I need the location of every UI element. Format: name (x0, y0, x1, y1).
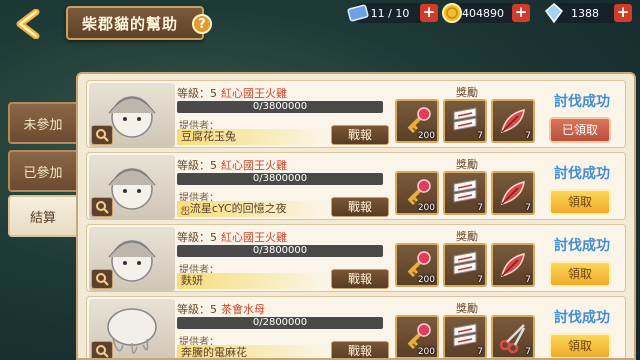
magnifier-icon (96, 273, 109, 286)
reward-count: 7 (525, 203, 531, 213)
reward-count: 200 (417, 203, 435, 213)
battle-report-button[interactable]: 戰報 (331, 197, 389, 217)
reward-label: 獎勵 (456, 158, 478, 171)
claimed-button[interactable]: 已領取 (549, 117, 611, 143)
reward-count: 7 (477, 347, 483, 357)
raid-list-panel: 等級：5 紅心國王火雞 0/3800000 提供者： 豆腐花玉兔 戰報 獎勵 20… (76, 72, 636, 360)
boss-hp-bar: 0/2800000 (177, 317, 383, 329)
magnifier-icon (96, 345, 109, 358)
raid-status: 討伐成功 (554, 310, 610, 326)
boss-portrait (89, 155, 175, 219)
gold-counter: 404890 + (442, 3, 530, 23)
provider-name: ஐ流星cYC的回憶之夜 (177, 201, 327, 217)
claim-button[interactable]: 領取 (549, 333, 611, 358)
magnifier-icon (96, 129, 109, 142)
add-stamina-button[interactable]: + (420, 4, 438, 22)
reward-count: 7 (525, 275, 531, 285)
boss-name: 紅心國王火雞 (221, 87, 287, 100)
boss-name: 茶會水母 (221, 303, 265, 316)
reward-slot[interactable]: 7 (491, 315, 535, 358)
reward-count: 200 (417, 131, 435, 141)
reward-slot[interactable]: 200 (395, 171, 439, 215)
tab-not-joined[interactable]: 未參加 (8, 102, 78, 144)
reward-slot[interactable]: 7 (491, 99, 535, 143)
reward-label: 獎勵 (456, 86, 478, 99)
boss-level: 等級：5 紅心國王火雞 (177, 87, 287, 100)
reward-slot[interactable]: 7 (491, 243, 535, 287)
ticket-icon (346, 1, 370, 25)
raid-card: 等級：5 紅心國王火雞 0/3800000 提供者： 豆腐花玉兔 戰報 獎勵 20… (86, 80, 626, 148)
raid-status: 討伐成功 (554, 166, 610, 182)
raid-status: 討伐成功 (554, 94, 610, 110)
provider-name: 豆腐花玉兔 (177, 129, 327, 145)
zoom-button[interactable] (91, 197, 113, 217)
boss-name: 紅心國王火雞 (221, 159, 287, 172)
gem-counter: 1388 + (544, 3, 632, 24)
reward-count: 7 (477, 131, 483, 141)
boss-portrait (89, 227, 175, 291)
reward-slot[interactable]: 7 (443, 99, 487, 143)
reward-count: 200 (417, 347, 435, 357)
raid-card: 等級：5 紅心國王火雞 0/3800000 提供者： ஐ流星cYC的回憶之夜 戰報… (86, 152, 626, 220)
provider-name: 麩妍 (177, 273, 327, 289)
reward-count: 7 (525, 131, 531, 141)
battle-report-button[interactable]: 戰報 (331, 125, 389, 145)
reward-count: 200 (417, 275, 435, 285)
reward-slot[interactable]: 7 (443, 171, 487, 215)
claim-button[interactable]: 領取 (549, 189, 611, 215)
boss-portrait (89, 299, 175, 358)
back-button[interactable] (8, 6, 52, 42)
raid-card: 等級：5 茶會水母 0/2800000 提供者： 奔騰的電麻花 戰報 獎勵 200… (86, 296, 626, 358)
boss-level: 等級：5 茶會水母 (177, 303, 265, 316)
page-title: 柴郡貓的幫助 (82, 14, 179, 33)
boss-level: 等級：5 紅心國王火雞 (177, 159, 287, 172)
reward-count: 7 (477, 203, 483, 213)
reward-count: 7 (525, 347, 531, 357)
magnifier-icon (96, 201, 109, 214)
boss-level: 等級：5 紅心國王火雞 (177, 231, 287, 244)
zoom-button[interactable] (91, 125, 113, 145)
raid-card: 等級：5 紅心國王火雞 0/3800000 提供者： 麩妍 戰報 獎勵 200 7… (86, 224, 626, 292)
reward-slot[interactable]: 7 (491, 171, 535, 215)
tab-settlement[interactable]: 結算 (8, 195, 78, 237)
gem-icon (542, 1, 566, 25)
claim-button[interactable]: 領取 (549, 261, 611, 287)
chevron-left-icon (16, 9, 40, 39)
reward-slot[interactable]: 200 (395, 315, 439, 358)
boss-name: 紅心國王火雞 (221, 231, 287, 244)
reward-slot[interactable]: 7 (443, 315, 487, 358)
battle-report-button[interactable]: 戰報 (331, 341, 389, 358)
reward-label: 獎勵 (456, 302, 478, 315)
reward-slot[interactable]: 7 (443, 243, 487, 287)
add-gold-button[interactable]: + (512, 4, 530, 22)
zoom-button[interactable] (91, 269, 113, 289)
provider-name: 奔騰的電麻花 (177, 345, 327, 358)
reward-slot[interactable]: 200 (395, 99, 439, 143)
reward-label: 獎勵 (456, 230, 478, 243)
boss-hp-bar: 0/3800000 (177, 101, 383, 113)
page-title-plate: 柴郡貓的幫助 ? (66, 6, 212, 40)
reward-slot[interactable]: 200 (395, 243, 439, 287)
reward-count: 7 (477, 275, 483, 285)
tab-joined[interactable]: 已參加 (8, 150, 78, 192)
boss-portrait (89, 83, 175, 147)
boss-hp-bar: 0/3800000 (177, 245, 383, 257)
add-gem-button[interactable]: + (614, 4, 632, 22)
help-button[interactable]: ? (192, 14, 212, 34)
gold-coin-icon (440, 1, 464, 25)
boss-hp-bar: 0/3800000 (177, 173, 383, 185)
battle-report-button[interactable]: 戰報 (331, 269, 389, 289)
stamina-counter: 11 / 10 + (347, 3, 438, 23)
zoom-button[interactable] (91, 341, 113, 358)
raid-status: 討伐成功 (554, 238, 610, 254)
